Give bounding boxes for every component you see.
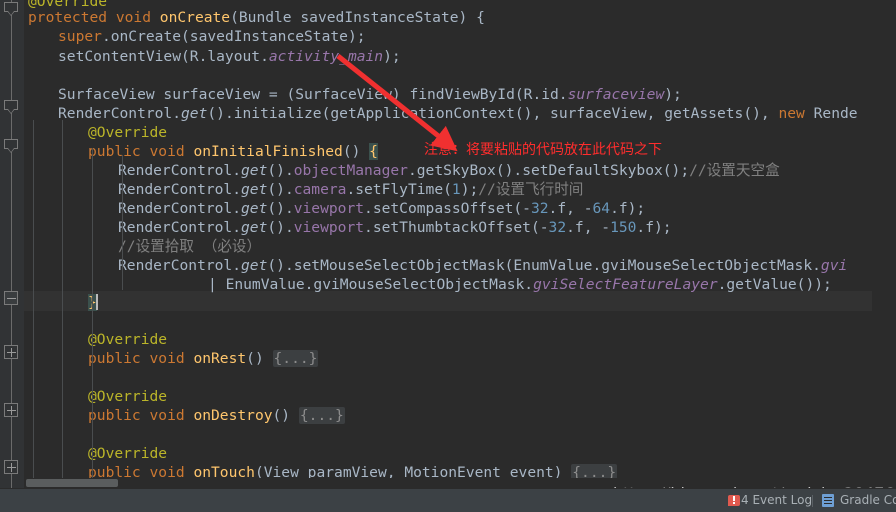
indent-guide [122, 155, 123, 290]
fold-collapse-icon[interactable] [4, 2, 19, 17]
code-line[interactable]: @Override [88, 387, 167, 407]
status-separator [812, 495, 813, 507]
status-gradle-console-button[interactable]: Gradle Con [840, 493, 896, 507]
fold-expand-icon[interactable] [4, 345, 19, 360]
code-line[interactable]: @Override [88, 444, 167, 464]
code-line[interactable]: RenderControl.get().objectManager.getSky… [118, 161, 780, 181]
indent-guide [33, 120, 34, 488]
indent-guide [92, 148, 93, 488]
code-line[interactable]: RenderControl.get().setMouseSelectObject… [118, 256, 847, 276]
code-folding-gutter[interactable] [0, 0, 24, 488]
code-line[interactable]: SurfaceView surfaceView = (SurfaceView) … [58, 85, 682, 105]
code-editor-area[interactable]: @Override protected void onCreate(Bundle … [0, 0, 896, 488]
indent-guide [62, 120, 63, 488]
code-line[interactable]: public void onRest() {...} [88, 349, 319, 369]
annotation-note-text: 注意：将要粘贴的代码放在此代码之下 [424, 142, 662, 158]
code-line[interactable]: RenderControl.get().initialize(getApplic… [58, 104, 858, 124]
fold-expand-icon[interactable] [4, 403, 19, 418]
code-line[interactable]: @Override [88, 330, 167, 350]
code-line[interactable]: RenderControl.get().viewport.setThumbtac… [118, 218, 672, 238]
code-line[interactable]: @Override [88, 123, 167, 143]
code-line[interactable]: public void onDestroy() {...} [88, 406, 345, 426]
code-line[interactable]: RenderControl.get().camera.setFlyTime(1)… [118, 180, 583, 200]
fold-expand-icon[interactable] [4, 460, 19, 475]
code-line[interactable]: public void onInitialFinished() { [88, 142, 378, 162]
fold-collapse-icon[interactable] [4, 100, 19, 115]
fold-collapse-icon[interactable] [4, 139, 19, 154]
fold-collapse-end-icon[interactable] [4, 291, 19, 306]
code-line[interactable]: super.onCreate(savedInstanceState); [58, 27, 366, 47]
horizontal-scrollbar-thumb[interactable] [26, 479, 118, 487]
gradle-console-icon [822, 494, 834, 507]
code-text-surface[interactable]: @Override protected void onCreate(Bundle … [24, 0, 896, 488]
ide-editor-screenshot: @Override protected void onCreate(Bundle … [0, 0, 896, 512]
code-line[interactable]: protected void onCreate(Bundle savedInst… [28, 8, 485, 28]
warning-badge-icon [728, 494, 741, 507]
code-line[interactable]: setContentView(R.layout.activity_main); [58, 47, 401, 67]
code-line[interactable]: RenderControl.get().viewport.setCompassO… [118, 199, 645, 219]
status-event-log-button[interactable]: 4 Event Log [741, 493, 812, 507]
code-line[interactable]: | EnumValue.gviMouseSelectObjectMask.gvi… [208, 275, 832, 295]
code-line[interactable]: //设置拾取 （必设） [118, 237, 261, 257]
status-bar: 4 Event Log Gradle Con [0, 488, 896, 512]
